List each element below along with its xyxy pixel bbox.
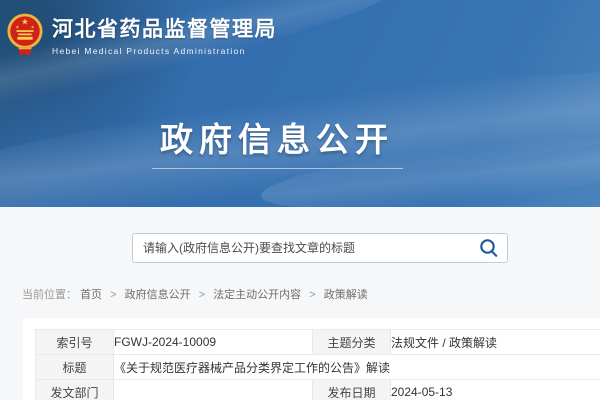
breadcrumb-separator: > — [110, 289, 116, 301]
site-logo[interactable]: ★ ★ ★ 河北省药品监督管理局 Hebei Medical Products … — [6, 10, 277, 58]
index-number-value: FGWJ-2024-10009 — [114, 330, 313, 355]
site-banner: ★ ★ ★ 河北省药品监督管理局 Hebei Medical Products … — [0, 0, 600, 207]
table-row: 发文部门 发布日期 2024-05-13 — [36, 380, 600, 400]
breadcrumb-item-statutory-disclosure[interactable]: 法定主动公开内容 — [213, 289, 301, 301]
publish-date-label: 发布日期 — [313, 380, 391, 400]
breadcrumb-item-gov-info[interactable]: 政府信息公开 — [125, 289, 191, 301]
breadcrumb-prefix: 当前位置： — [22, 289, 77, 301]
topic-category-value: 法规文件 / 政策解读 — [391, 330, 600, 355]
breadcrumb-item-home[interactable]: 首页 — [80, 289, 102, 301]
topic-category-label: 主题分类 — [313, 330, 391, 355]
table-row: 标题 《关于规范医疗器械产品分类界定工作的公告》解读 — [36, 355, 600, 380]
search-icon — [478, 237, 500, 259]
title-value: 《关于规范医疗器械产品分类界定工作的公告》解读 — [114, 355, 600, 380]
document-card: 索引号 FGWJ-2024-10009 主题分类 法规文件 / 政策解读 标题 … — [23, 318, 600, 400]
search-box — [132, 233, 508, 263]
issuing-department-label: 发文部门 — [36, 380, 114, 400]
breadcrumb-item-policy-interpretation[interactable]: 政策解读 — [324, 289, 368, 301]
breadcrumb-separator: > — [309, 289, 315, 301]
page-title-underline — [152, 168, 403, 169]
breadcrumb: 当前位置： 首页 > 政府信息公开 > 法定主动公开内容 > 政策解读 — [22, 286, 368, 302]
publish-date-value: 2024-05-13 — [391, 380, 600, 400]
site-subtitle: Hebei Medical Products Administration — [52, 46, 277, 56]
site-title-block: 河北省药品监督管理局 Hebei Medical Products Admini… — [52, 10, 277, 56]
svg-text:★: ★ — [31, 24, 35, 29]
page-title: 政府信息公开 — [160, 113, 394, 161]
index-number-label: 索引号 — [36, 330, 114, 355]
page: ★ ★ ★ 河北省药品监督管理局 Hebei Medical Products … — [0, 0, 600, 400]
search-input[interactable] — [132, 233, 508, 263]
search-button[interactable] — [478, 237, 500, 259]
table-row: 索引号 FGWJ-2024-10009 主题分类 法规文件 / 政策解读 — [36, 330, 600, 355]
svg-text:★: ★ — [21, 17, 29, 27]
title-label: 标题 — [36, 355, 114, 380]
document-metadata-table: 索引号 FGWJ-2024-10009 主题分类 法规文件 / 政策解读 标题 … — [35, 329, 600, 400]
site-title: 河北省药品监督管理局 — [52, 18, 277, 41]
svg-text:★: ★ — [15, 24, 19, 29]
national-emblem-icon: ★ ★ ★ — [6, 10, 44, 58]
issuing-department-value — [114, 380, 313, 400]
breadcrumb-separator: > — [199, 289, 205, 301]
